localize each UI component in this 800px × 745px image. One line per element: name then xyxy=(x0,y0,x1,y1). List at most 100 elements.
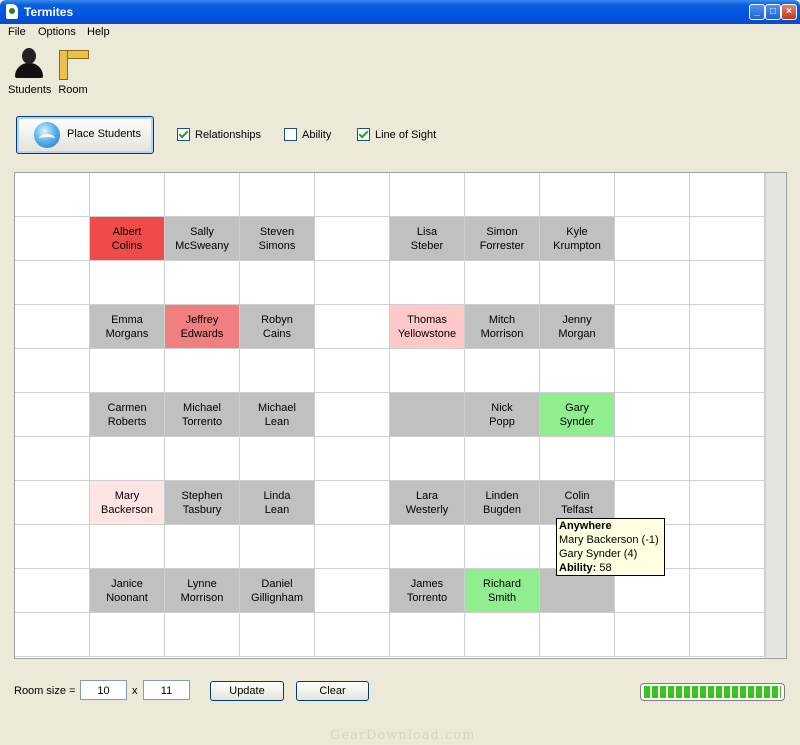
grid-cell[interactable] xyxy=(15,217,90,261)
grid-cell[interactable] xyxy=(315,173,390,217)
student-desk[interactable]: Richard Smith xyxy=(465,569,540,613)
grid-cell[interactable] xyxy=(90,525,165,569)
grid-cell[interactable] xyxy=(165,437,240,481)
menu-help[interactable]: Help xyxy=(87,26,110,38)
student-desk[interactable]: Jenny Morgan xyxy=(540,305,615,349)
grid-cell[interactable] xyxy=(540,261,615,305)
grid-cell[interactable] xyxy=(15,349,90,393)
student-desk[interactable]: Michael Torrento xyxy=(165,393,240,437)
student-desk[interactable]: Carmen Roberts xyxy=(90,393,165,437)
grid-cell[interactable] xyxy=(690,173,765,217)
student-desk[interactable]: Robyn Cains xyxy=(240,305,315,349)
grid-cell[interactable] xyxy=(315,437,390,481)
minimize-button[interactable]: _ xyxy=(749,4,765,20)
grid-cell[interactable] xyxy=(465,261,540,305)
maximize-button[interactable]: □ xyxy=(765,4,781,20)
grid-cell[interactable] xyxy=(690,569,765,613)
grid-cell[interactable] xyxy=(615,393,690,437)
grid-cell[interactable] xyxy=(15,305,90,349)
grid-cell[interactable] xyxy=(315,525,390,569)
grid-cell[interactable] xyxy=(690,525,765,569)
grid-cell[interactable] xyxy=(390,349,465,393)
room-width-input[interactable]: 10 xyxy=(80,680,127,700)
close-button[interactable]: × xyxy=(781,4,797,20)
student-desk[interactable]: James Torrento xyxy=(390,569,465,613)
grid-cell[interactable] xyxy=(90,613,165,657)
title-bar[interactable]: Termites _ □ × xyxy=(0,0,800,24)
student-desk[interactable]: Stephen Tasbury xyxy=(165,481,240,525)
student-desk[interactable]: Lisa Steber xyxy=(390,217,465,261)
student-desk[interactable]: Janice Noonant xyxy=(90,569,165,613)
grid-cell[interactable] xyxy=(315,217,390,261)
student-desk[interactable]: Simon Forrester xyxy=(465,217,540,261)
grid-cell[interactable] xyxy=(615,437,690,481)
grid-cell[interactable] xyxy=(240,349,315,393)
grid-cell[interactable] xyxy=(15,173,90,217)
grid-cell[interactable] xyxy=(15,613,90,657)
student-desk[interactable]: Mitch Morrison xyxy=(465,305,540,349)
grid-cell[interactable] xyxy=(690,393,765,437)
grid-cell[interactable] xyxy=(165,349,240,393)
grid-cell[interactable] xyxy=(390,613,465,657)
student-desk[interactable]: Daniel Gillignham xyxy=(240,569,315,613)
grid-cell[interactable] xyxy=(315,261,390,305)
student-desk[interactable]: Thomas Yellowstone xyxy=(390,305,465,349)
grid-cell[interactable] xyxy=(690,261,765,305)
ability-check-box[interactable] xyxy=(284,128,297,141)
student-desk[interactable]: Linda Lean xyxy=(240,481,315,525)
grid-cell[interactable] xyxy=(240,173,315,217)
student-desk[interactable]: Lynne Morrison xyxy=(165,569,240,613)
grid-cell[interactable] xyxy=(690,613,765,657)
grid-cell[interactable] xyxy=(165,261,240,305)
grid-cell[interactable] xyxy=(615,217,690,261)
grid-cell[interactable] xyxy=(615,349,690,393)
grid-cell[interactable] xyxy=(465,173,540,217)
empty-desk[interactable] xyxy=(390,393,465,437)
grid-cell[interactable] xyxy=(15,393,90,437)
menu-file[interactable]: File xyxy=(8,26,26,38)
grid-cell[interactable] xyxy=(615,173,690,217)
grid-cell[interactable] xyxy=(690,481,765,525)
seating-grid[interactable]: Albert Colins Sally McSweany Steven Simons Lis… xyxy=(14,172,787,659)
student-desk[interactable]: Linden Bugden xyxy=(465,481,540,525)
grid-cell[interactable] xyxy=(465,613,540,657)
grid-cell[interactable] xyxy=(15,569,90,613)
relationships-checkbox[interactable]: Relationships xyxy=(177,128,261,141)
student-desk[interactable]: Michael Lean xyxy=(240,393,315,437)
grid-cell[interactable] xyxy=(15,261,90,305)
grid-cell[interactable] xyxy=(90,349,165,393)
grid-cell[interactable] xyxy=(540,613,615,657)
grid-cell[interactable] xyxy=(240,613,315,657)
grid-cell[interactable] xyxy=(540,437,615,481)
grid-cell[interactable] xyxy=(90,437,165,481)
grid-cell[interactable] xyxy=(240,261,315,305)
grid-cell[interactable] xyxy=(240,525,315,569)
grid-cell[interactable] xyxy=(15,481,90,525)
grid-cell[interactable] xyxy=(315,569,390,613)
update-button[interactable]: Update xyxy=(210,681,284,701)
student-desk[interactable]: Lara Westerly xyxy=(390,481,465,525)
grid-cell[interactable] xyxy=(315,613,390,657)
relationships-check-box[interactable] xyxy=(177,128,190,141)
line-of-sight-checkbox[interactable]: Line of Sight xyxy=(357,128,436,141)
grid-cell[interactable] xyxy=(615,261,690,305)
clear-button[interactable]: Clear xyxy=(296,681,369,701)
student-desk[interactable]: Emma Morgans xyxy=(90,305,165,349)
line-of-sight-check-box[interactable] xyxy=(357,128,370,141)
ability-checkbox[interactable]: Ability xyxy=(284,128,331,141)
grid-cell[interactable] xyxy=(390,261,465,305)
student-desk[interactable]: Sally McSweany xyxy=(165,217,240,261)
grid-cell[interactable] xyxy=(165,525,240,569)
grid-cell[interactable] xyxy=(90,173,165,217)
students-tool-button[interactable]: Students xyxy=(8,48,51,96)
grid-cell[interactable] xyxy=(465,349,540,393)
room-tool-button[interactable]: Room xyxy=(56,48,90,96)
grid-cell[interactable] xyxy=(615,613,690,657)
grid-cell[interactable] xyxy=(390,437,465,481)
student-desk[interactable]: Kyle Krumpton xyxy=(540,217,615,261)
student-desk[interactable]: Steven Simons xyxy=(240,217,315,261)
grid-cell[interactable] xyxy=(90,261,165,305)
room-height-input[interactable]: 11 xyxy=(143,680,190,700)
student-desk[interactable]: Jeffrey Edwards xyxy=(165,305,240,349)
grid-cell[interactable] xyxy=(540,173,615,217)
